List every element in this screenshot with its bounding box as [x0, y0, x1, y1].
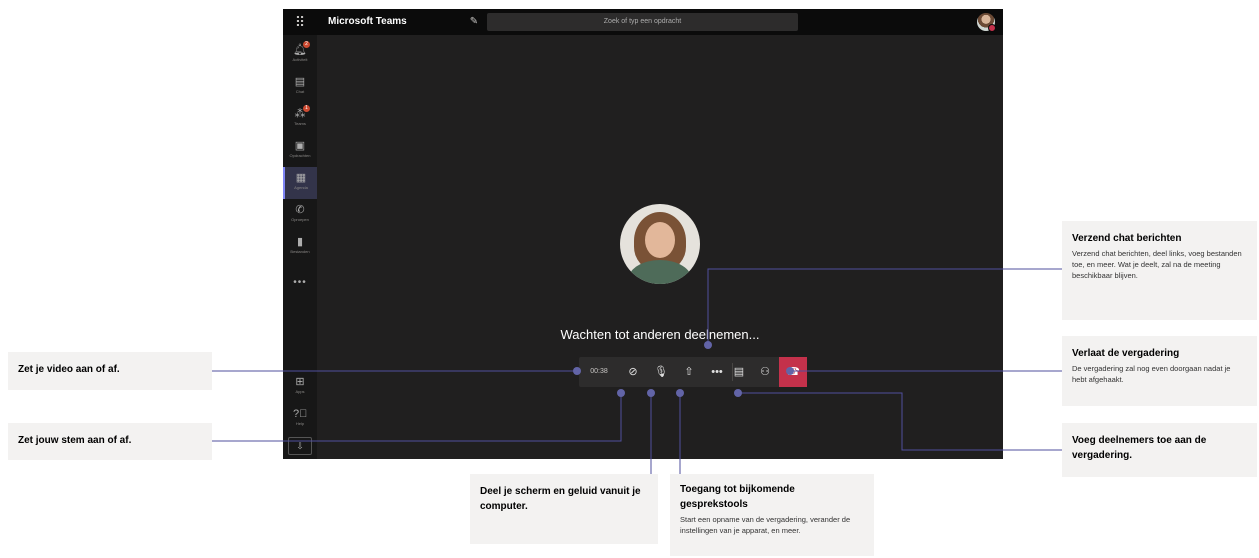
callout-title: Zet jouw stem aan of af.	[18, 435, 132, 446]
rail-label: Activiteit	[292, 57, 308, 62]
search-input[interactable]: Zoek of typ een opdracht	[487, 13, 798, 31]
callout-chat: Verzend chat berichten Verzend chat beri…	[1062, 221, 1257, 320]
rail-item-activity[interactable]: 🔔︎ Activiteit 2	[283, 39, 317, 71]
rail-label: Agenda	[294, 185, 308, 190]
camera-off-icon[interactable]: ⊘	[619, 357, 647, 387]
apps-icon: ⊞	[295, 376, 305, 388]
callout-share: Deel je scherm en geluid vanuit je compu…	[470, 474, 658, 544]
callout-add: Voeg deelnemers toe aan de vergadering.	[1062, 423, 1257, 477]
callout-tools: Toegang tot bijkomende gesprekstools Sta…	[670, 474, 874, 556]
app-rail: 🔔︎ Activiteit 2 ▤ Chat ⁂ Teams 1 ▣ Opdra…	[283, 35, 317, 459]
rail-item-help[interactable]: ?⃝ Help	[283, 403, 317, 435]
callout-title: Voeg deelnemers toe aan de vergadering.	[1072, 435, 1207, 461]
profile-avatar[interactable]	[977, 13, 996, 32]
new-chat-icon[interactable]: ✎	[467, 15, 481, 29]
rail-label: Chat	[295, 89, 305, 94]
app-title: Microsoft Teams	[328, 16, 407, 27]
rail-item-calendar[interactable]: ▦ Agenda	[283, 167, 317, 199]
notification-badge: 1	[303, 105, 310, 112]
calendar-icon: ▦	[295, 172, 307, 184]
waiting-message: Wachten tot anderen deelnemen...	[560, 327, 760, 342]
download-icon[interactable]: ⇩	[288, 437, 312, 455]
rail-label: Help	[295, 421, 305, 426]
teams-window: ⠿ Microsoft Teams ✎ Zoek of typ een opdr…	[283, 9, 1003, 459]
callout-title: Deel je scherm en geluid vanuit je compu…	[480, 486, 641, 512]
callout-description: De vergadering zal nog even doorgaan nad…	[1072, 364, 1231, 384]
participants-icon[interactable]: ⚇	[751, 357, 779, 387]
phone-icon: ✆	[295, 204, 305, 216]
notification-badge: 2	[303, 41, 310, 48]
rail-item-chat[interactable]: ▤ Chat	[283, 71, 317, 103]
participant-avatar	[620, 204, 700, 284]
rail-item-calls[interactable]: ✆ Oproepen	[283, 199, 317, 231]
callout-description: Verzend chat berichten, deel links, voeg…	[1072, 249, 1242, 280]
meeting-stage: Wachten tot anderen deelnemen... 00:38 ⊘…	[317, 35, 1003, 459]
rail-label: Oproepen	[291, 217, 309, 222]
assignments-icon: ▣	[294, 140, 306, 152]
chat-icon[interactable]: ▤	[725, 357, 753, 387]
rail-label: Bestanden	[290, 249, 310, 254]
files-icon: ▮	[296, 236, 304, 248]
meeting-control-bar: 00:38 ⊘ 🎙︎ ⇧ ••• ▤ ⚇ ☎	[579, 357, 807, 387]
rail-label: Opdrachten	[289, 153, 311, 158]
callout-title: Zet je video aan of af.	[18, 364, 120, 375]
callout-video: Zet je video aan of af.	[8, 352, 212, 390]
mic-off-icon[interactable]: 🎙︎	[647, 357, 675, 387]
callout-title: Verzend chat berichten	[1072, 233, 1182, 244]
rail-item-apps[interactable]: ⊞ Apps	[283, 371, 317, 403]
call-timer: 00:38	[590, 368, 608, 375]
more-apps-icon[interactable]: •••	[283, 277, 317, 288]
callout-title: Verlaat de vergadering	[1072, 348, 1180, 359]
rail-item-files[interactable]: ▮ Bestanden	[283, 231, 317, 263]
help-icon: ?⃝	[293, 408, 308, 420]
hang-up-icon[interactable]: ☎	[779, 357, 807, 387]
callout-description: Start een opname van de vergadering, ver…	[680, 515, 851, 535]
rail-label: Apps	[295, 389, 305, 394]
app-launcher-icon[interactable]: ⠿	[283, 9, 317, 35]
chat-icon: ▤	[294, 76, 306, 88]
rail-item-teams[interactable]: ⁂ Teams 1	[283, 103, 317, 135]
callout-leave: Verlaat de vergadering De vergadering za…	[1062, 336, 1257, 406]
share-screen-icon[interactable]: ⇧	[675, 357, 703, 387]
title-bar: ⠿ Microsoft Teams ✎ Zoek of typ een opdr…	[283, 9, 1003, 35]
callout-title: Toegang tot bijkomende gesprekstools	[680, 484, 795, 510]
rail-label: Teams	[294, 121, 306, 126]
callout-voice: Zet jouw stem aan of af.	[8, 423, 212, 460]
rail-item-assignments[interactable]: ▣ Opdrachten	[283, 135, 317, 167]
